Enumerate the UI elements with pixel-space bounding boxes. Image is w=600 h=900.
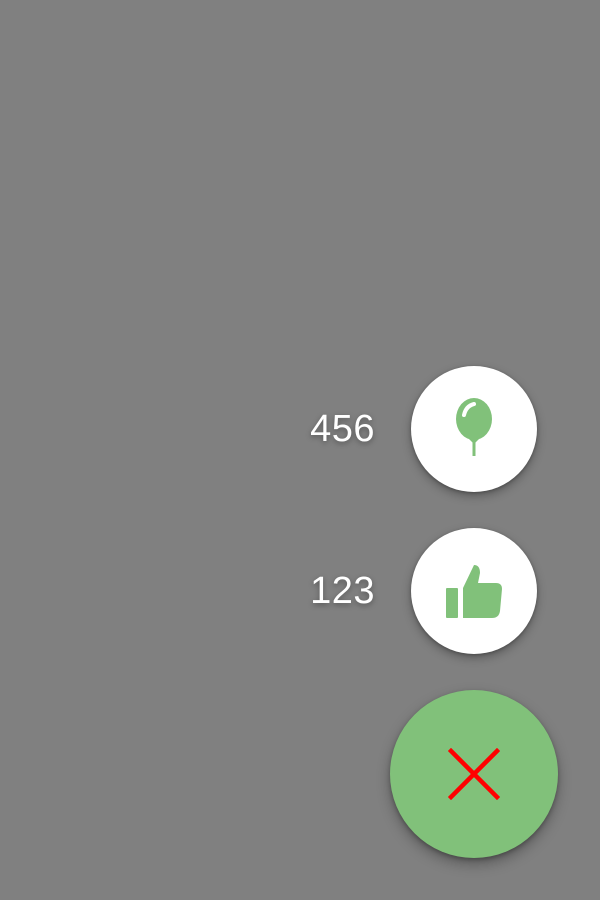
like-count-label: 123 [310,570,375,612]
balloon-icon [450,397,498,461]
close-fab-button[interactable] [390,690,558,858]
balloon-button[interactable] [411,366,537,492]
close-icon [448,748,500,800]
like-action-row: 123 [310,528,537,654]
balloon-count-label: 456 [310,408,375,450]
balloon-action-row: 456 [310,366,537,492]
thumbs-up-icon [444,561,504,621]
like-button[interactable] [411,528,537,654]
